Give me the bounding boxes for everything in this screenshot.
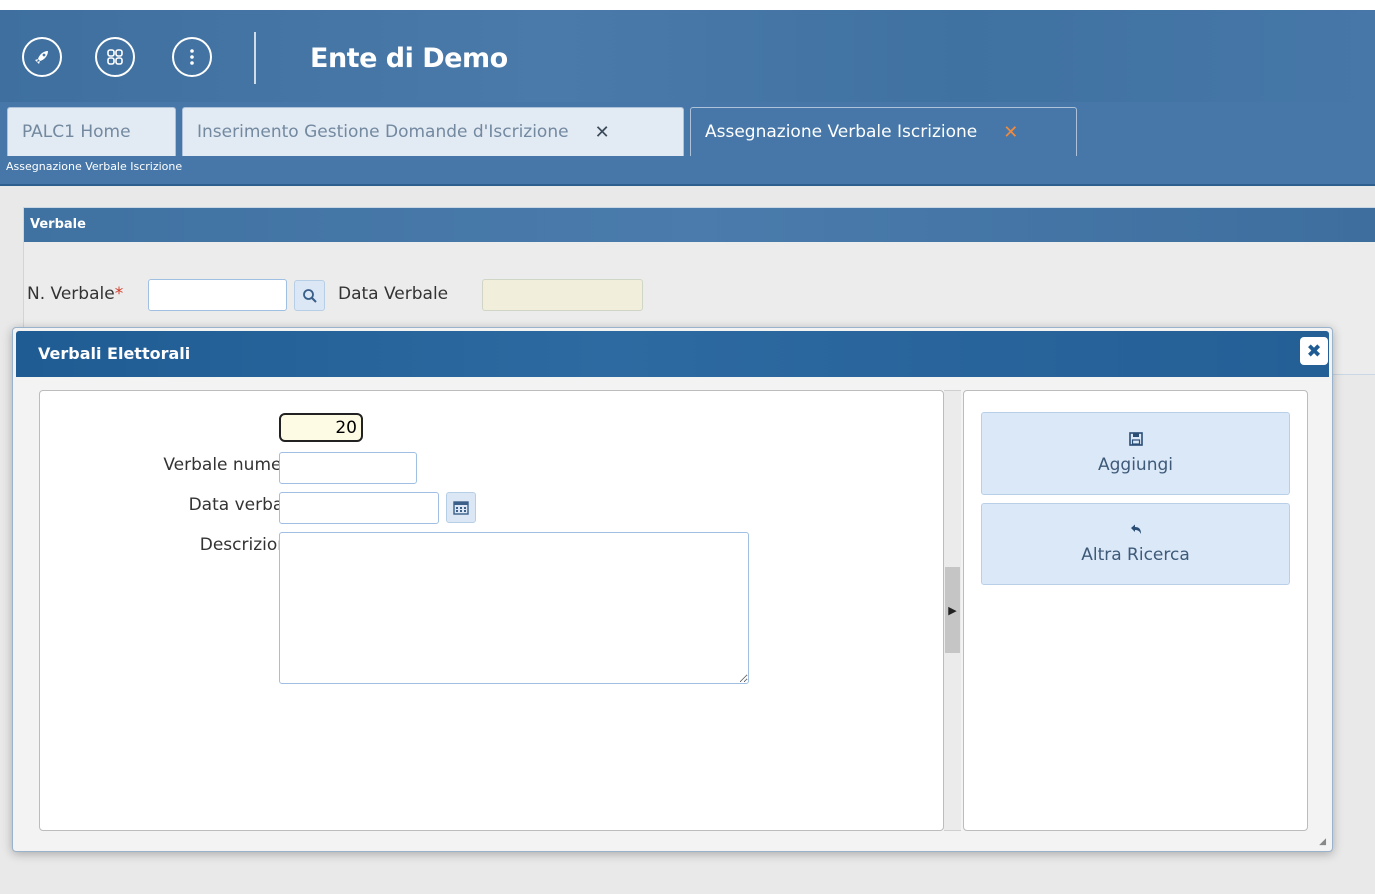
tab-label: Inserimento Gestione Domande d'Iscrizion… [197,122,569,142]
close-icon[interactable]: ✕ [595,122,610,143]
verbali-dialog: Verbali Elettorali ✖ Id* Verbale numero*… [12,327,1333,852]
close-icon[interactable]: ✕ [1003,122,1018,143]
altra-ricerca-label: Altra Ricerca [1081,545,1190,565]
expand-arrow-icon[interactable]: ▶ [945,567,960,653]
tab-home[interactable]: PALC1 Home [7,107,176,156]
panel-splitter: ▶ [944,390,961,831]
panel-title: Verbale [24,208,1375,242]
header-divider [254,32,256,84]
tab-label: Assegnazione Verbale Iscrizione [705,122,978,142]
save-icon [1128,432,1143,449]
descrizione-textarea[interactable] [279,532,749,684]
dialog-actions: Aggiungi Altra Ricerca [963,390,1308,831]
apps-grid-icon[interactable] [95,37,135,77]
search-icon[interactable] [294,280,325,311]
page-title: Assegnazione Verbale Iscrizione [0,156,1375,186]
data-verbale-label: Data Verbale [338,284,449,304]
more-vertical-icon[interactable] [172,37,212,77]
n-verbale-label: N. Verbale* [27,284,123,304]
calendar-icon[interactable] [446,492,476,523]
app-header: Ente di Demo [0,0,1375,102]
required-mark: * [114,284,124,304]
altra-ricerca-button[interactable]: Altra Ricerca [981,503,1290,585]
tab-inserimento-domande[interactable]: Inserimento Gestione Domande d'Iscrizion… [182,107,684,156]
data-verbale-input[interactable] [482,279,643,311]
aggiungi-label: Aggiungi [1098,455,1173,475]
verbale-numero-input[interactable] [279,452,417,484]
data-verbale-dialog-input[interactable] [279,492,439,524]
dialog-form: Id* Verbale numero* Data verbale* Descri… [39,390,944,831]
aggiungi-button[interactable]: Aggiungi [981,412,1290,495]
tab-label: PALC1 Home [22,122,131,142]
dialog-title: Verbali Elettorali [16,331,1329,377]
resize-handle-icon[interactable]: ◢ [1319,837,1326,847]
reply-icon [1130,523,1142,539]
rocket-icon[interactable] [22,37,62,77]
n-verbale-input[interactable] [148,279,287,311]
tab-bar: PALC1 Home Inserimento Gestione Domande … [0,102,1375,156]
n-verbale-label-text: N. Verbale [27,284,115,304]
tab-assegnazione-verbale[interactable]: Assegnazione Verbale Iscrizione ✕ [690,107,1077,156]
app-title: Ente di Demo [310,43,508,74]
close-icon[interactable]: ✖ [1300,337,1328,365]
id-input[interactable] [279,413,363,442]
